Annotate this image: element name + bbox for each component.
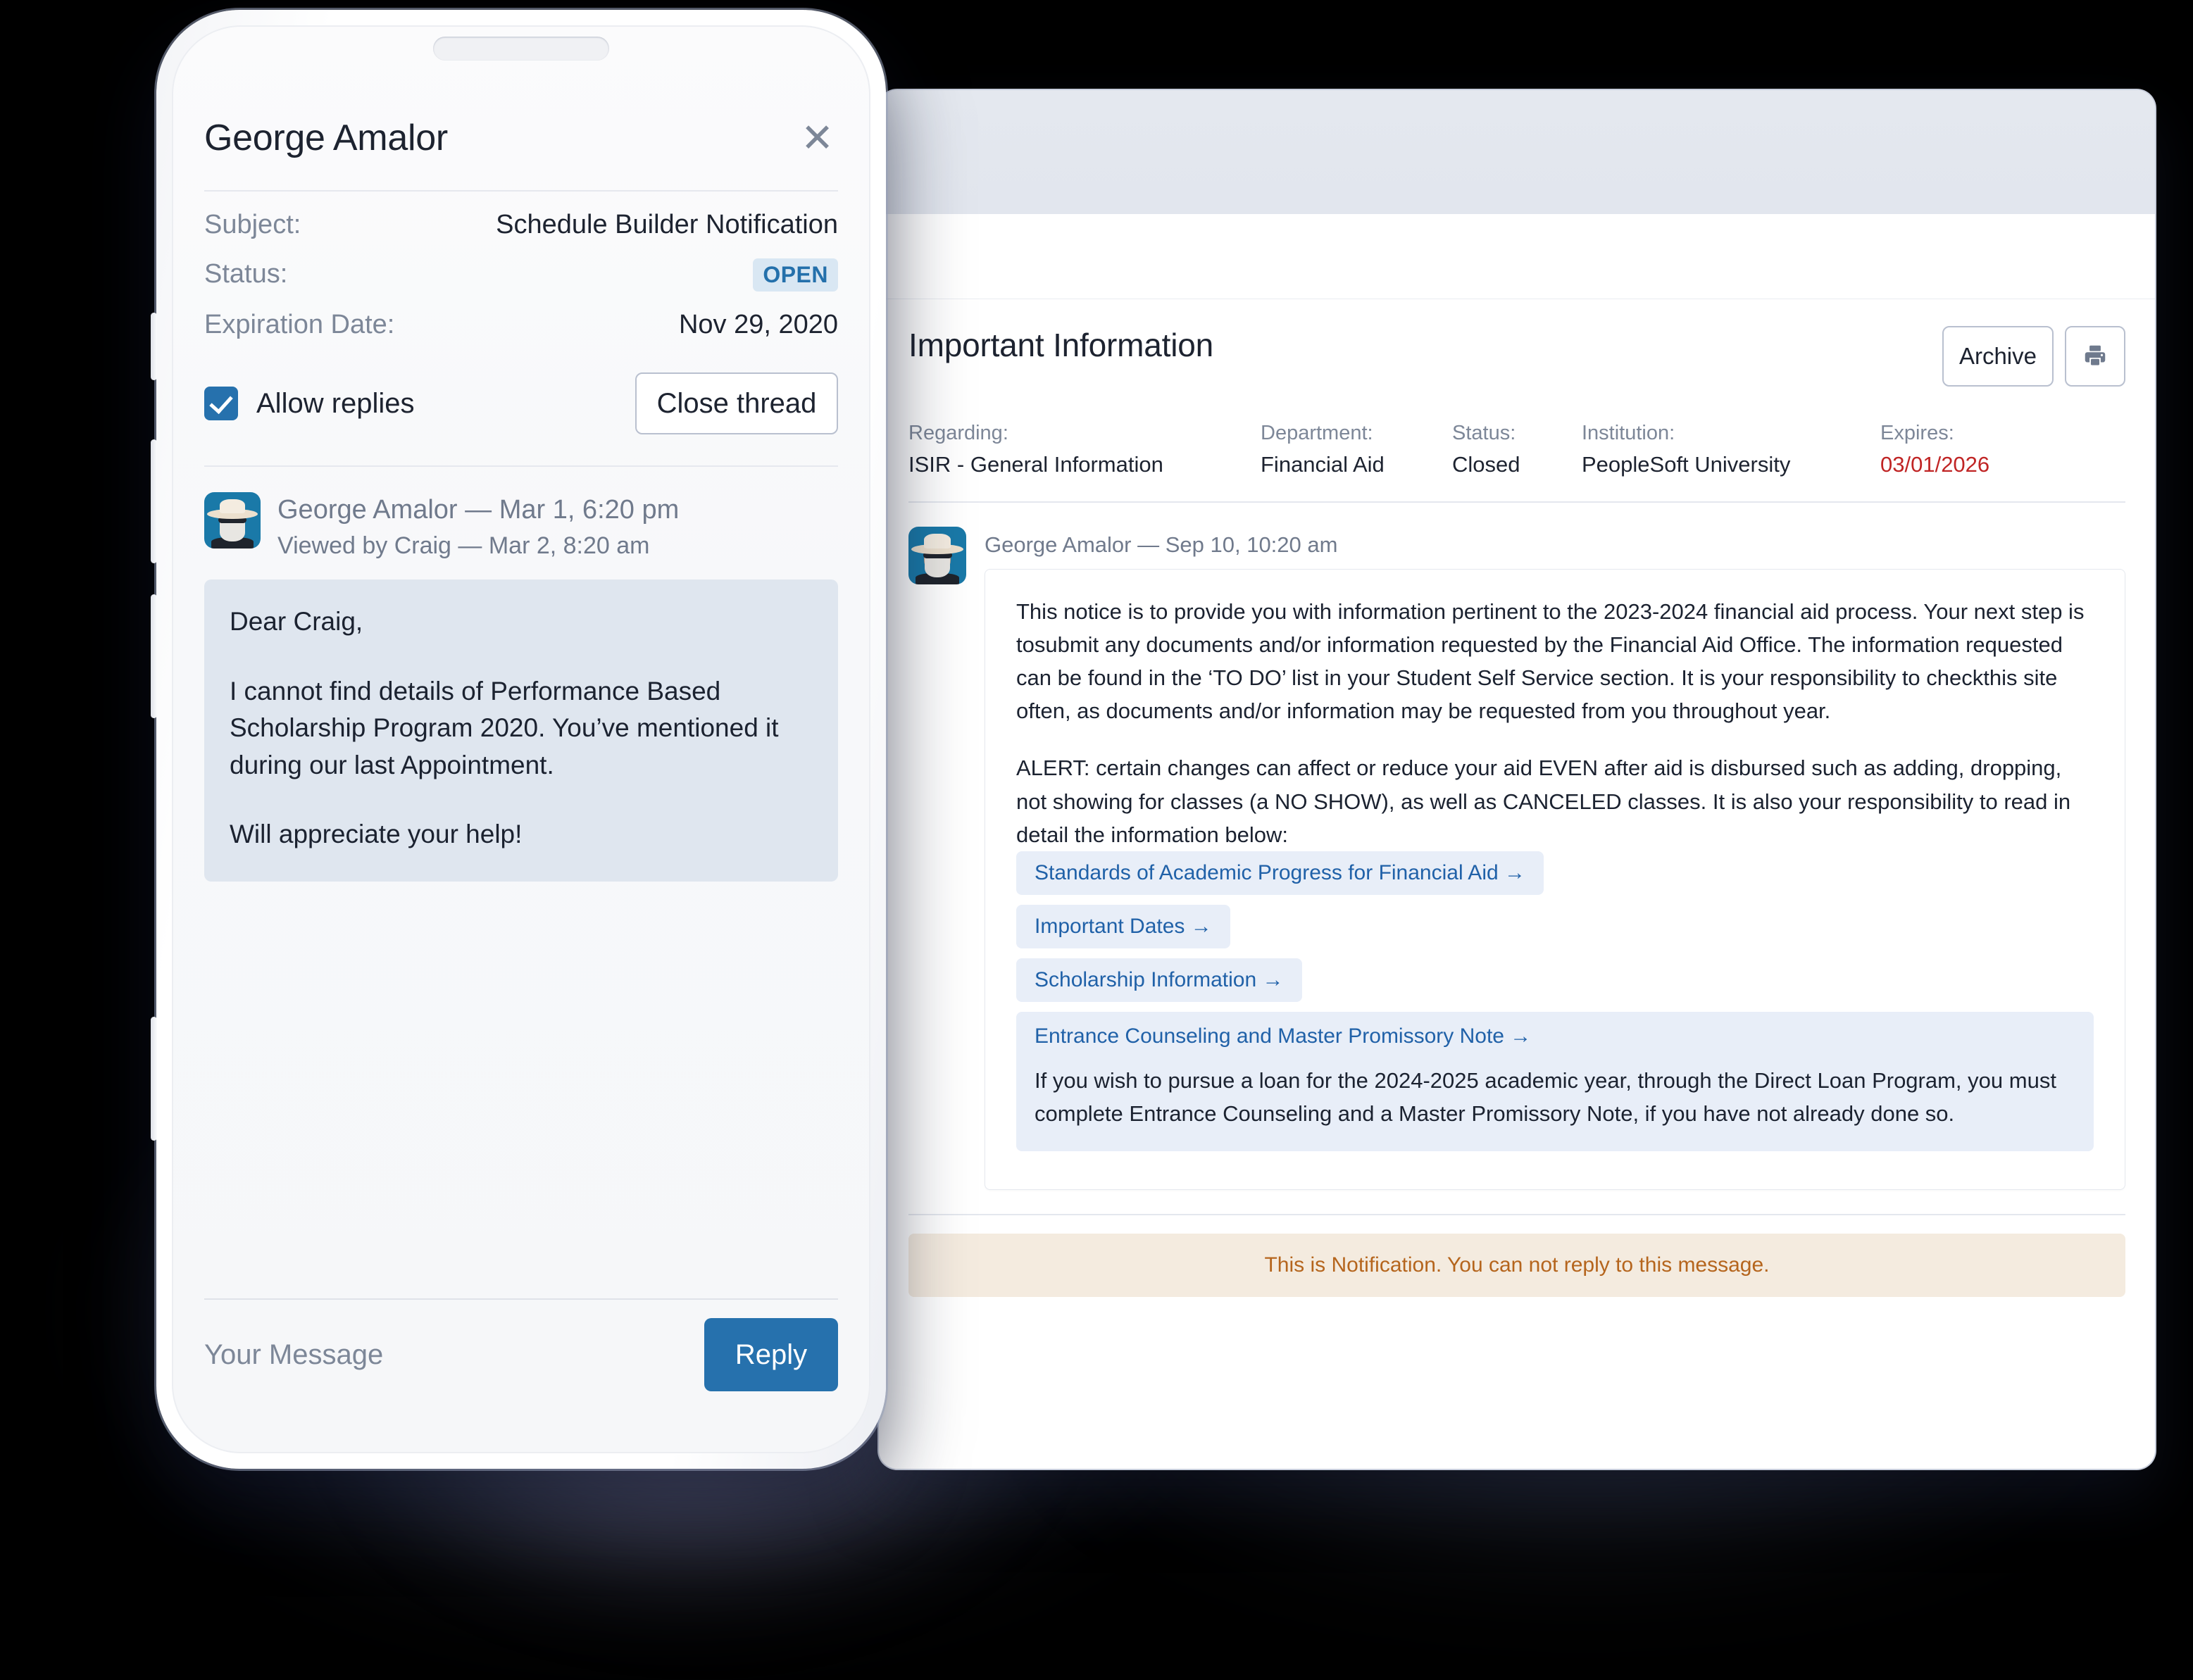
link-entrance-counseling-title[interactable]: Entrance Counseling and Master Promissor…: [1035, 1024, 2075, 1048]
thread-title: George Amalor: [204, 118, 448, 158]
meta-status: Status: Closed: [1452, 422, 1582, 477]
message-viewed-line: Viewed by Craig — Mar 2, 8:20 am: [277, 532, 650, 559]
tablet-device: Important Information Archive Regarding:…: [879, 90, 2155, 1469]
tablet-message-column: George Amalor — Sep 10, 10:20 am This no…: [985, 527, 2125, 1190]
meta-value: 03/01/2026: [1880, 452, 1990, 477]
phone-screen: George Amalor ✕ Subject: Schedule Builde…: [172, 25, 870, 1453]
tablet-content: Important Information Archive Regarding:…: [879, 299, 2155, 1297]
divider: [204, 465, 838, 467]
message-paragraph: Dear Craig,: [230, 607, 363, 636]
divider: [204, 190, 838, 192]
archive-button[interactable]: Archive: [1942, 326, 2054, 387]
meta-regarding: Regarding: ISIR - General Information: [908, 422, 1261, 477]
phone-volume-down-button[interactable]: [151, 594, 157, 718]
message-bubble: Dear Craig, I cannot find details of Per…: [204, 579, 838, 882]
meta-label: Regarding:: [908, 422, 1008, 444]
phone-silent-switch[interactable]: [151, 313, 157, 380]
message-author-line: George Amalor — Sep 10, 10:20 am: [985, 532, 1338, 557]
message-author-line: George Amalor — Mar 1, 6:20 pm: [277, 495, 680, 525]
tablet-status-bar: [879, 90, 2155, 214]
avatar: [908, 527, 966, 584]
avatar: [204, 492, 261, 548]
close-thread-button[interactable]: Close thread: [635, 372, 838, 434]
print-button[interactable]: [2065, 326, 2125, 387]
close-icon[interactable]: ✕: [796, 118, 838, 158]
composer: Your Message Reply: [204, 1318, 838, 1391]
meta-institution: Institution: PeopleSoft University: [1582, 422, 1880, 477]
meta-label: Status:: [1452, 422, 1516, 444]
tablet-blank-band: [879, 214, 2155, 299]
phone-device: George Amalor ✕ Subject: Schedule Builde…: [151, 10, 886, 1469]
message-input[interactable]: Your Message: [204, 1339, 383, 1371]
link-entrance-counseling-text: If you wish to pursue a loan for the 202…: [1035, 1067, 2056, 1126]
allow-replies-label: Allow replies: [256, 387, 415, 419]
message-card: This notice is to provide you with infor…: [985, 569, 2125, 1190]
link-scholarship-information[interactable]: Scholarship Information →: [1016, 958, 1302, 1002]
field-status: Status: OPEN: [204, 258, 838, 292]
meta-label: Institution:: [1582, 422, 1675, 444]
message-header: George Amalor — Mar 1, 6:20 pm Viewed by…: [204, 492, 838, 560]
meta-value: Financial Aid: [1261, 452, 1385, 477]
meta-label: Expires:: [1880, 422, 1954, 444]
tablet-header-actions: Archive: [1942, 326, 2125, 387]
message-paragraph: I cannot find details of Performance Bas…: [230, 676, 779, 779]
notification-banner: This is Notification. You can not reply …: [908, 1233, 2125, 1297]
divider: [204, 1298, 838, 1300]
message-paragraph: Will appreciate your help!: [230, 820, 523, 849]
tablet-header: Important Information Archive: [908, 299, 2125, 387]
field-subject: Subject: Schedule Builder Notification: [204, 210, 838, 240]
message-meta: George Amalor — Mar 1, 6:20 pm Viewed by…: [277, 492, 679, 560]
reply-button[interactable]: Reply: [704, 1318, 838, 1391]
meta-department: Department: Financial Aid: [1261, 422, 1452, 477]
message-paragraph: This notice is to provide you with infor…: [1016, 599, 2085, 724]
field-value: Nov 29, 2020: [678, 310, 838, 339]
message-paragraph: ALERT: certain changes can affect or red…: [1016, 756, 2071, 847]
phone-volume-up-button[interactable]: [151, 439, 157, 563]
printer-icon: [2082, 342, 2108, 371]
tablet-meta-row: Regarding: ISIR - General Information De…: [908, 422, 2125, 503]
checkbox-checked-icon: [204, 387, 238, 420]
link-important-dates[interactable]: Important Dates →: [1016, 904, 1230, 948]
divider: [908, 1213, 2125, 1215]
meta-value: PeopleSoft University: [1582, 452, 1791, 477]
allow-replies-checkbox[interactable]: Allow replies: [204, 387, 415, 420]
thread-controls: Allow replies Close thread: [204, 372, 838, 434]
meta-label: Department:: [1261, 422, 1373, 444]
tablet-message: George Amalor — Sep 10, 10:20 am This no…: [908, 527, 2125, 1190]
page-title: Important Information: [908, 327, 1214, 363]
meta-value: Closed: [1452, 452, 1520, 477]
field-value: Schedule Builder Notification: [496, 210, 838, 239]
field-expiration-date: Expiration Date: Nov 29, 2020: [204, 310, 838, 340]
phone-speaker-grille: [433, 37, 609, 61]
meta-value: ISIR - General Information: [908, 452, 1163, 477]
field-label: Expiration Date:: [204, 310, 395, 339]
link-entrance-counseling-block[interactable]: Entrance Counseling and Master Promissor…: [1016, 1011, 2094, 1151]
phone-content: George Amalor ✕ Subject: Schedule Builde…: [172, 25, 870, 882]
field-label: Subject:: [204, 210, 301, 239]
meta-expires: Expires: 03/01/2026: [1880, 422, 2125, 477]
phone-power-button[interactable]: [151, 1017, 157, 1141]
link-standards-of-academic-progress[interactable]: Standards of Academic Progress for Finan…: [1016, 851, 1544, 895]
field-label: Status:: [204, 259, 288, 289]
status-badge: OPEN: [753, 258, 838, 292]
